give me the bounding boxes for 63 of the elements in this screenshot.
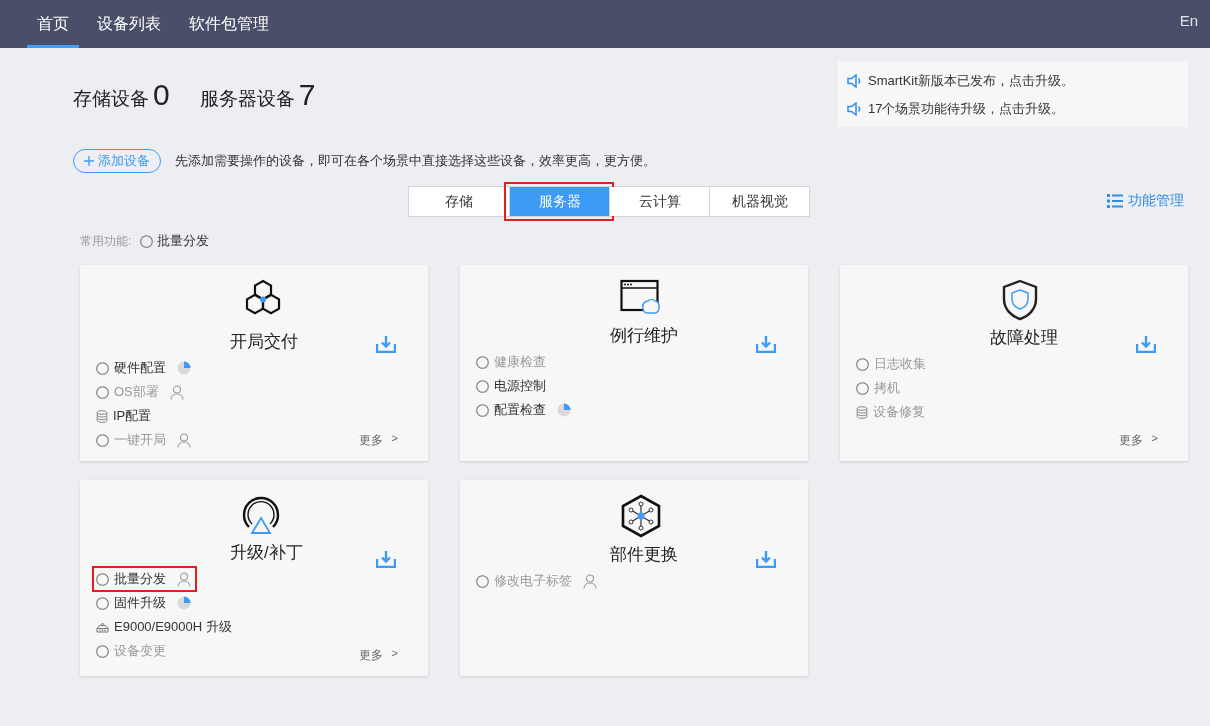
notice-text[interactable]: SmartKit新版本已发布，点击升级。 — [868, 72, 1074, 90]
download-icon — [756, 550, 776, 568]
radio-icon — [476, 379, 489, 393]
stat-count: 0 — [153, 78, 170, 112]
radio-icon — [96, 644, 109, 658]
radio-icon — [96, 385, 109, 399]
download-icon — [1136, 335, 1156, 353]
card-title: 部件更换 — [610, 544, 678, 565]
function-item[interactable]: IP配置 — [92, 403, 158, 429]
card-title: 开局交付 — [230, 331, 298, 352]
download-icon — [756, 335, 776, 353]
function-item[interactable]: E9000/E9000H 升级 — [92, 614, 238, 640]
card-title: 例行维护 — [610, 325, 678, 346]
pie-icon — [177, 596, 191, 610]
user-icon — [177, 432, 191, 448]
ring-triangle-icon — [240, 494, 282, 536]
more-link[interactable]: 更多 > — [1118, 432, 1158, 449]
shortcut-item[interactable]: 批量分发 — [140, 232, 210, 250]
shield-icon — [1000, 279, 1040, 321]
more-link[interactable]: 更多 > — [358, 432, 398, 449]
download-icon — [376, 335, 396, 353]
function-item[interactable]: 电源控制 — [472, 373, 552, 399]
pie-icon — [557, 403, 571, 417]
hint-text: 先添加需要操作的设备，即可在各个场景中直接选择这些设备，效率更高，更方便。 — [175, 152, 656, 170]
radio-icon — [476, 574, 489, 588]
card-title: 故障处理 — [990, 327, 1058, 348]
nav-tab[interactable]: 软件包管理 — [179, 0, 279, 48]
network-hexagon-icon — [620, 494, 662, 538]
stat-label: 服务器设备 — [199, 87, 295, 111]
stat-count: 7 — [298, 78, 316, 112]
function-item[interactable]: 配置检查 — [472, 397, 577, 423]
radio-icon — [96, 361, 109, 375]
nav-tab[interactable]: 首页 — [27, 0, 79, 48]
radio-icon — [476, 403, 489, 417]
database-icon — [96, 409, 108, 423]
radio-icon — [96, 572, 109, 586]
radio-icon — [96, 596, 109, 610]
plus-icon — [84, 156, 94, 166]
radio-icon — [476, 355, 489, 369]
list-icon — [1107, 194, 1123, 208]
speaker-icon — [847, 102, 863, 116]
stat-label: 存储设备 — [73, 87, 149, 111]
user-icon — [169, 384, 184, 400]
notice-text[interactable]: 17个场景功能待升级，点击升级。 — [868, 100, 1065, 118]
function-item[interactable]: 硬件配置 — [92, 355, 197, 381]
radio-icon — [856, 381, 869, 395]
language-link[interactable]: En — [1179, 12, 1198, 29]
radio-icon — [856, 357, 869, 371]
function-item[interactable]: 固件升级 — [92, 590, 197, 616]
nav-tab[interactable]: 设备列表 — [87, 0, 171, 48]
user-icon — [177, 571, 191, 587]
radio-icon — [140, 234, 154, 248]
common-label: 常用功能: — [80, 232, 132, 250]
chassis-icon — [96, 621, 109, 633]
more-link[interactable]: 更多 > — [358, 647, 398, 664]
database-icon — [856, 405, 868, 419]
speaker-icon — [847, 74, 863, 88]
function-item[interactable]: 批量分发 — [92, 566, 197, 592]
pie-icon — [177, 361, 191, 375]
card-title: 升级/补丁 — [230, 542, 303, 563]
radio-icon — [96, 433, 109, 447]
user-icon — [583, 573, 597, 589]
download-icon — [376, 550, 396, 568]
